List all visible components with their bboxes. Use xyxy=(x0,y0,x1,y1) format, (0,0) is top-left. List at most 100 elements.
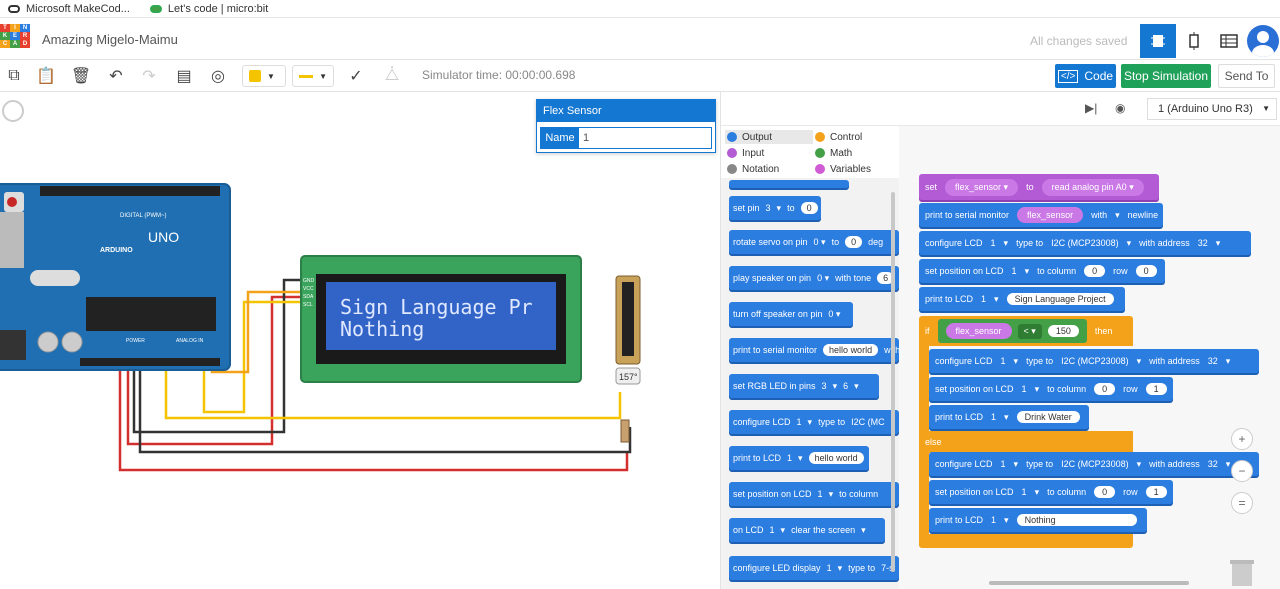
redo-icon[interactable]: ↷ xyxy=(139,66,159,86)
circuit-canvas[interactable]: DIGITAL (PWM~) UNO ARDUINO POWER ANALOG … xyxy=(0,92,720,589)
palette-block-set-pin[interactable]: set pin 3 ▾ to 0 xyxy=(729,196,821,220)
row-value[interactable]: 1 xyxy=(1145,486,1167,498)
project-name[interactable]: Amazing Migelo-Maimu xyxy=(42,32,178,47)
set-variable-block[interactable]: set flex_sensor ▾ to read analog pin A0 … xyxy=(919,174,1159,200)
set-position-block[interactable]: set position on LCD 1 ▾ to column 0 row 1 xyxy=(929,377,1173,401)
lcd-dropdown[interactable]: 1 xyxy=(981,294,986,304)
zoom-in-icon[interactable]: + xyxy=(1231,428,1253,450)
type-dropdown[interactable]: I2C (MCP23008) xyxy=(1051,238,1119,248)
trash-icon[interactable] xyxy=(1229,558,1255,588)
block-value[interactable]: 0 xyxy=(800,202,818,214)
configure-lcd-block[interactable]: configure LCD 1 ▾ type to I2C (MCP23008) ▾… xyxy=(929,452,1259,476)
configure-lcd-block[interactable]: configure LCD 1 ▾ type to I2C (MCP23008) ▾… xyxy=(919,231,1251,255)
address-dropdown[interactable]: 32 xyxy=(1208,356,1218,366)
lcd-dropdown[interactable]: 1 xyxy=(1022,487,1027,497)
category-notation[interactable]: Notation xyxy=(725,162,813,176)
compare-block[interactable]: flex_sensor < ▾ 150 xyxy=(937,319,1087,343)
wire-type-picker[interactable]: ▼ xyxy=(292,65,334,87)
stop-simulation-button[interactable]: Stop Simulation xyxy=(1121,64,1211,88)
palette-block-play-speaker[interactable]: play speaker on pin 0 ▾ with tone 6 xyxy=(729,266,899,290)
send-to-button[interactable]: Send To xyxy=(1218,64,1275,88)
type-dropdown[interactable]: I2C (MCP23008) xyxy=(1061,356,1129,366)
notes-toggle-icon[interactable]: ◎ xyxy=(208,66,228,86)
flip-icon[interactable]: ⧊ xyxy=(382,66,402,86)
palette-block-rotate-servo[interactable]: rotate servo on pin 0 ▾ to 0 deg xyxy=(729,230,899,254)
zoom-out-icon[interactable]: − xyxy=(1231,460,1253,482)
block-dropdown[interactable]: 1 xyxy=(797,417,802,427)
variable-reporter[interactable]: flex_sensor xyxy=(945,323,1012,339)
type-dropdown[interactable]: I2C (MCP23008) xyxy=(1061,459,1129,469)
address-dropdown[interactable]: 32 xyxy=(1208,459,1218,469)
paste-icon[interactable]: 📋 xyxy=(36,66,56,86)
message-value[interactable]: Nothing xyxy=(1016,514,1137,526)
lcd-dropdown[interactable]: 1 xyxy=(991,412,996,422)
board-select[interactable]: 1 (Arduino Uno R3) ▼ xyxy=(1147,98,1277,120)
block-value[interactable]: hello world xyxy=(808,452,864,464)
delete-icon[interactable]: 🗑 xyxy=(71,66,91,86)
category-input[interactable]: Input xyxy=(725,146,813,160)
palette-block-turn-off-speaker[interactable]: turn off speaker on pin 0 ▾ xyxy=(729,302,853,326)
copy-icon[interactable]: ⧉ xyxy=(4,66,24,86)
block-dropdown[interactable]: 1 xyxy=(787,453,792,463)
schematic-view-button[interactable] xyxy=(1176,24,1212,58)
rotate-icon[interactable]: ✓ xyxy=(346,66,366,86)
column-value[interactable]: 0 xyxy=(1084,265,1106,277)
name-input[interactable]: 1 xyxy=(579,128,711,148)
debugger-icon[interactable]: ◉ xyxy=(1115,101,1125,115)
print-serial-block[interactable]: print to serial monitor flex_sensor with… xyxy=(919,203,1163,227)
step-icon[interactable]: ▶| xyxy=(1085,101,1097,115)
if-block[interactable]: if flex_sensor < ▾ 150 then xyxy=(919,316,1133,346)
block-value[interactable]: 0 xyxy=(845,236,863,248)
category-variables[interactable]: Variables xyxy=(813,162,899,176)
palette-block-print-lcd[interactable]: print to LCD 1 ▾ hello world xyxy=(729,446,869,470)
address-dropdown[interactable]: 32 xyxy=(1198,238,1208,248)
palette-scrollbar[interactable] xyxy=(891,192,895,572)
circuit-view-button[interactable] xyxy=(1140,24,1176,58)
lcd-dropdown[interactable]: 1 xyxy=(1001,356,1006,366)
category-math[interactable]: Math xyxy=(813,146,899,160)
block-value[interactable]: hello world xyxy=(823,344,879,356)
palette-block-set-rgb[interactable]: set RGB LED in pins 3 ▾ 6 ▾ xyxy=(729,374,879,398)
row-value[interactable]: 0 xyxy=(1135,265,1157,277)
undo-icon[interactable]: ↶ xyxy=(106,66,126,86)
block-dropdown[interactable]: 1 xyxy=(770,525,775,535)
palette-block-configure-lcd[interactable]: configure LCD 1 ▾ type to I2C (MC xyxy=(729,410,899,434)
zoom-reset-icon[interactable]: = xyxy=(1231,492,1253,514)
lcd-dropdown[interactable]: 1 xyxy=(1001,459,1006,469)
pin-dropdown[interactable]: A0 xyxy=(1116,182,1127,192)
tinkercad-logo[interactable]: T I N K E R C A D xyxy=(0,24,30,56)
palette-block-partial[interactable] xyxy=(729,180,849,188)
lcd-dropdown[interactable]: 1 xyxy=(991,515,996,525)
message-value[interactable]: Sign Language Project xyxy=(1006,293,1114,305)
bookmark-microbit[interactable]: Let's code | micro:bit xyxy=(149,3,268,15)
set-position-block[interactable]: set position on LCD 1 ▾ to column 0 row 1 xyxy=(929,480,1173,504)
variable-dropdown[interactable]: flex_sensor ▾ xyxy=(945,178,1019,196)
color-picker[interactable]: ▼ xyxy=(242,65,286,87)
configure-lcd-block[interactable]: configure LCD 1 ▾ type to I2C (MCP23008) ▾… xyxy=(929,349,1259,373)
block-dropdown[interactable]: 6 xyxy=(843,381,848,391)
print-lcd-block[interactable]: print to LCD 1 ▾ Nothing xyxy=(929,508,1147,532)
component-list-button[interactable] xyxy=(1211,24,1247,58)
operator-dropdown[interactable]: < ▾ xyxy=(1017,323,1042,339)
lcd-dropdown[interactable]: 1 xyxy=(1022,384,1027,394)
palette-block-clear-lcd[interactable]: on LCD 1 ▾ clear the screen ▾ xyxy=(729,518,885,542)
lcd-dropdown[interactable]: 1 xyxy=(1012,266,1017,276)
block-dropdown[interactable]: 3 xyxy=(822,381,827,391)
code-workspace[interactable]: set flex_sensor ▾ to read analog pin A0 … xyxy=(899,126,1280,589)
column-value[interactable]: 0 xyxy=(1094,383,1116,395)
block-dropdown[interactable]: 3 xyxy=(766,203,771,213)
bookmark-makecode[interactable]: Microsoft MakeCod... xyxy=(8,3,130,15)
palette-block-print-serial[interactable]: print to serial monitorhello worldwith xyxy=(729,338,899,362)
print-lcd-block[interactable]: print to LCD 1 ▾ Sign Language Project xyxy=(919,287,1125,311)
notes-icon[interactable]: ▤ xyxy=(174,66,194,86)
column-value[interactable]: 0 xyxy=(1094,486,1116,498)
palette-block-configure-led[interactable]: configure LED display 1 ▾ type to 7-s xyxy=(729,556,899,580)
lcd-dropdown[interactable]: 1 xyxy=(991,238,996,248)
row-value[interactable]: 1 xyxy=(1145,383,1167,395)
message-value[interactable]: Drink Water xyxy=(1016,411,1080,423)
palette-block-set-position[interactable]: set position on LCD 1 ▾ to column xyxy=(729,482,899,506)
threshold-value[interactable]: 150 xyxy=(1047,325,1079,337)
print-lcd-block[interactable]: print to LCD 1 ▾ Drink Water xyxy=(929,405,1089,429)
read-analog-block[interactable]: read analog pin A0 ▾ xyxy=(1041,178,1144,196)
block-dropdown[interactable]: 1 xyxy=(827,563,832,573)
